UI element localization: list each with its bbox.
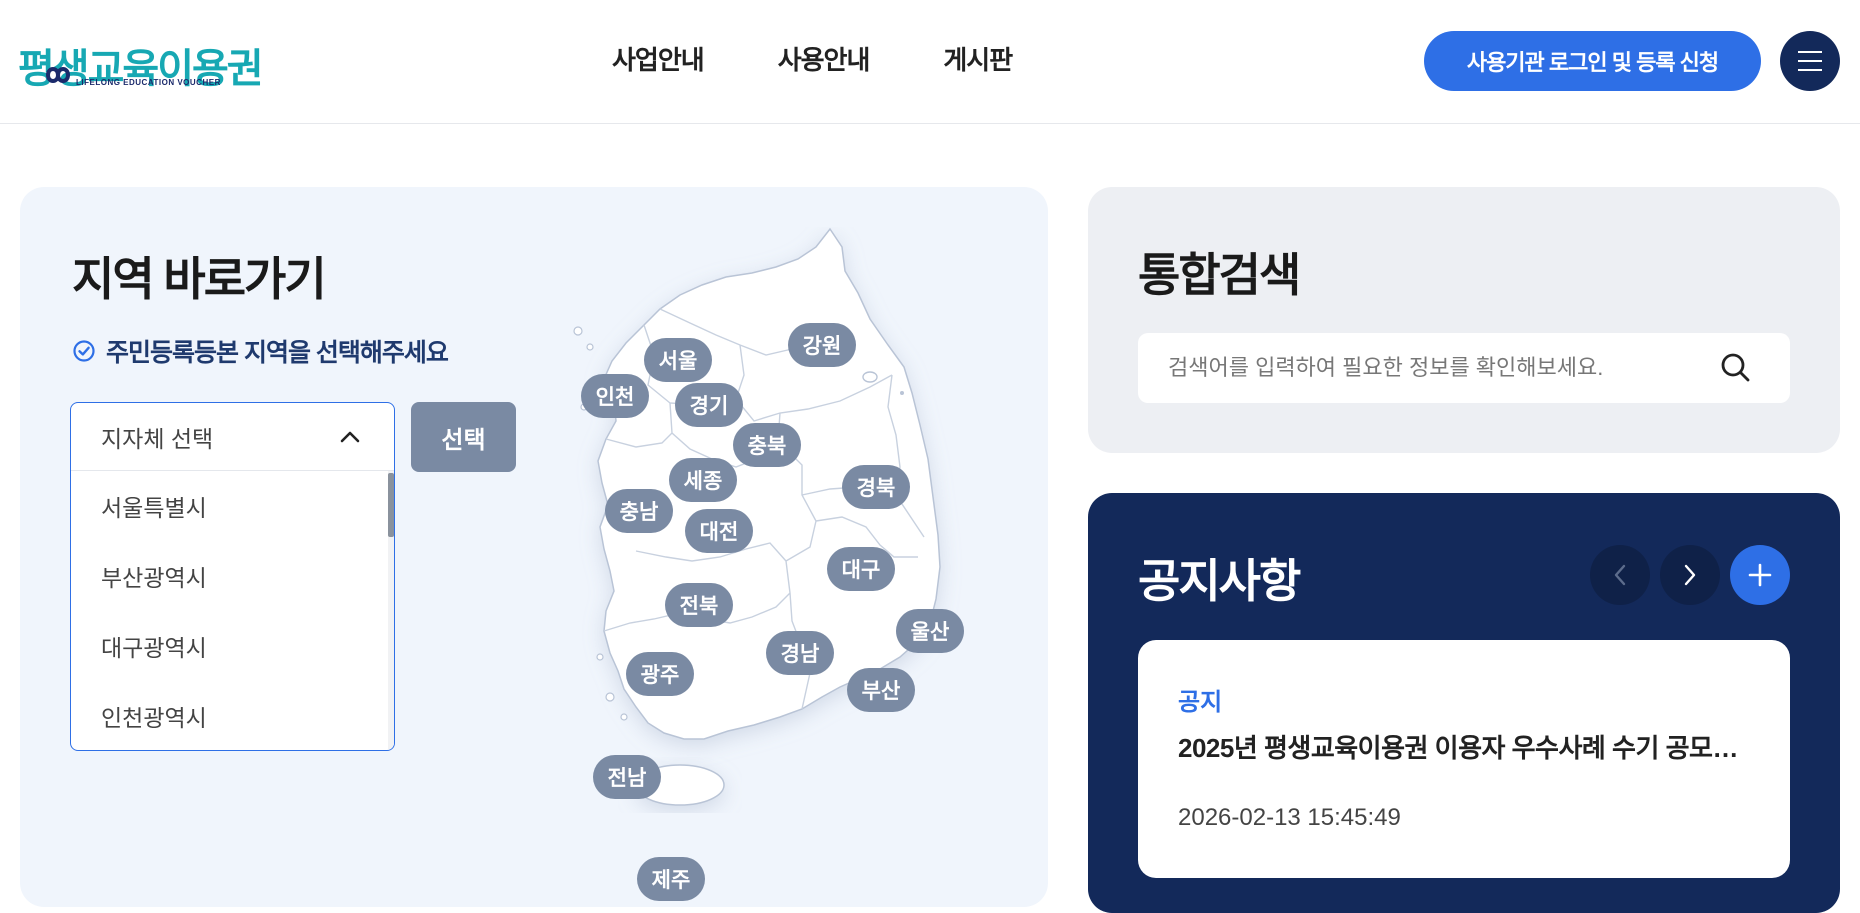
map-region-jeonbuk[interactable]: 전북 — [665, 583, 733, 627]
chevron-up-icon — [340, 431, 360, 442]
notice-next-button[interactable] — [1660, 545, 1720, 605]
map-region-gangwon[interactable]: 강원 — [788, 323, 856, 367]
notice-date: 2026-02-13 15:45:49 — [1178, 804, 1401, 831]
notice-panel: 공지사항 공지 2025년 평생교육이용권 이용자 우수사례 수기 공모전 개최… — [1088, 493, 1840, 913]
map-region-ulsan[interactable]: 울산 — [896, 609, 964, 653]
notice-title: 공지사항 — [1138, 555, 1301, 607]
map-region-gyeongbuk[interactable]: 경북 — [842, 465, 910, 509]
municipality-select-header[interactable]: 지자체 선택 — [71, 403, 394, 471]
logo-subtext: LIFELONG EDUCATION VOUCHER — [76, 78, 221, 87]
search-input[interactable] — [1138, 333, 1718, 403]
chevron-left-icon — [1614, 564, 1626, 586]
region-hint: 주민등록등본 지역을 선택해주세요 — [72, 333, 449, 369]
region-hint-text: 주민등록등본 지역을 선택해주세요 — [106, 339, 449, 367]
site-header: 평생교육이용권 LIFELONG EDUCATION VOUCHER 사업안내 … — [0, 0, 1860, 124]
main-nav: 사업안내 사용안내 게시판 — [612, 40, 1013, 77]
municipality-options-list[interactable]: 서울특별시 부산광역시 대구광역시 인천광역시 — [71, 471, 394, 750]
notice-headline[interactable]: 2025년 평생교육이용권 이용자 우수사례 수기 공모전 개최 안내 — [1178, 728, 1758, 765]
nav-item-business[interactable]: 사업안내 — [612, 40, 705, 77]
map-region-daegu[interactable]: 대구 — [827, 547, 895, 591]
nav-item-board[interactable]: 게시판 — [943, 40, 1013, 77]
map-region-gwangju[interactable]: 광주 — [626, 652, 694, 696]
map-region-chungnam[interactable]: 충남 — [605, 489, 673, 533]
options-scrollbar[interactable] — [388, 471, 394, 750]
map-region-seoul[interactable]: 서울 — [644, 338, 712, 382]
select-option[interactable]: 인천광역시 — [71, 681, 394, 750]
chevron-right-icon — [1684, 564, 1696, 586]
notice-card[interactable]: 공지 2025년 평생교육이용권 이용자 우수사례 수기 공모전 개최 안내 2… — [1138, 640, 1790, 878]
site-logo[interactable]: 평생교육이용권 LIFELONG EDUCATION VOUCHER — [18, 36, 264, 91]
search-title: 통합검색 — [1138, 249, 1301, 301]
map-region-jeju[interactable]: 제주 — [637, 857, 705, 901]
map-region-incheon[interactable]: 인천 — [581, 374, 649, 418]
korea-map: 서울 강원 인천 경기 충북 세종 경북 충남 대전 대구 전북 울산 경남 광… — [540, 227, 1000, 907]
institution-login-button[interactable]: 사용기관 로그인 및 등록 신청 — [1424, 31, 1761, 91]
map-region-gyeongnam[interactable]: 경남 — [766, 631, 834, 675]
map-region-sejong[interactable]: 세종 — [669, 458, 737, 502]
map-region-daejeon[interactable]: 대전 — [685, 509, 753, 553]
scrollbar-thumb[interactable] — [388, 473, 394, 537]
integrated-search-panel: 통합검색 — [1088, 187, 1840, 453]
select-option[interactable]: 서울특별시 — [71, 471, 394, 541]
check-circle-icon — [73, 340, 95, 362]
menu-button[interactable] — [1780, 31, 1840, 91]
infinity-logo-icon — [45, 67, 71, 83]
municipality-select[interactable]: 지자체 선택 서울특별시 부산광역시 대구광역시 인천광역시 — [70, 402, 395, 751]
region-shortcut-panel: 지역 바로가기 주민등록등본 지역을 선택해주세요 지자체 선택 서울특별시 부… — [20, 187, 1048, 907]
region-title: 지역 바로가기 — [72, 253, 327, 305]
map-region-jeonnam[interactable]: 전남 — [593, 755, 661, 799]
notice-more-button[interactable] — [1730, 545, 1790, 605]
search-box — [1138, 333, 1790, 403]
map-region-chungbuk[interactable]: 충북 — [733, 423, 801, 467]
notice-category: 공지 — [1178, 689, 1223, 716]
korea-map-shape — [573, 227, 941, 806]
search-icon[interactable] — [1718, 350, 1754, 386]
hamburger-icon — [1798, 51, 1822, 71]
select-option[interactable]: 부산광역시 — [71, 541, 394, 611]
select-button[interactable]: 선택 — [411, 402, 516, 472]
select-placeholder: 지자체 선택 — [101, 425, 214, 452]
nav-item-usage[interactable]: 사용안내 — [778, 40, 871, 77]
notice-prev-button[interactable] — [1590, 545, 1650, 605]
select-option[interactable]: 대구광역시 — [71, 611, 394, 681]
map-region-busan[interactable]: 부산 — [847, 668, 915, 712]
plus-icon — [1748, 563, 1772, 587]
map-region-gyeonggi[interactable]: 경기 — [675, 383, 743, 427]
